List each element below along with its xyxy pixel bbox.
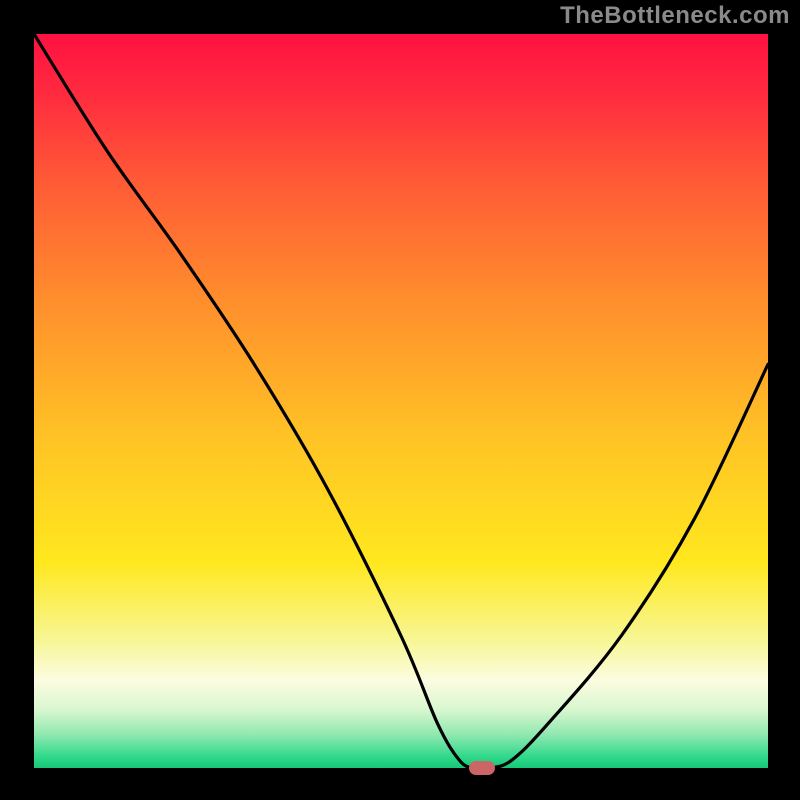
chart-frame: TheBottleneck.com <box>0 0 800 800</box>
plot-svg <box>34 34 768 768</box>
watermark-text: TheBottleneck.com <box>560 2 790 30</box>
optimal-marker <box>469 761 495 775</box>
plot-area <box>34 34 768 768</box>
gradient-background <box>34 34 768 768</box>
